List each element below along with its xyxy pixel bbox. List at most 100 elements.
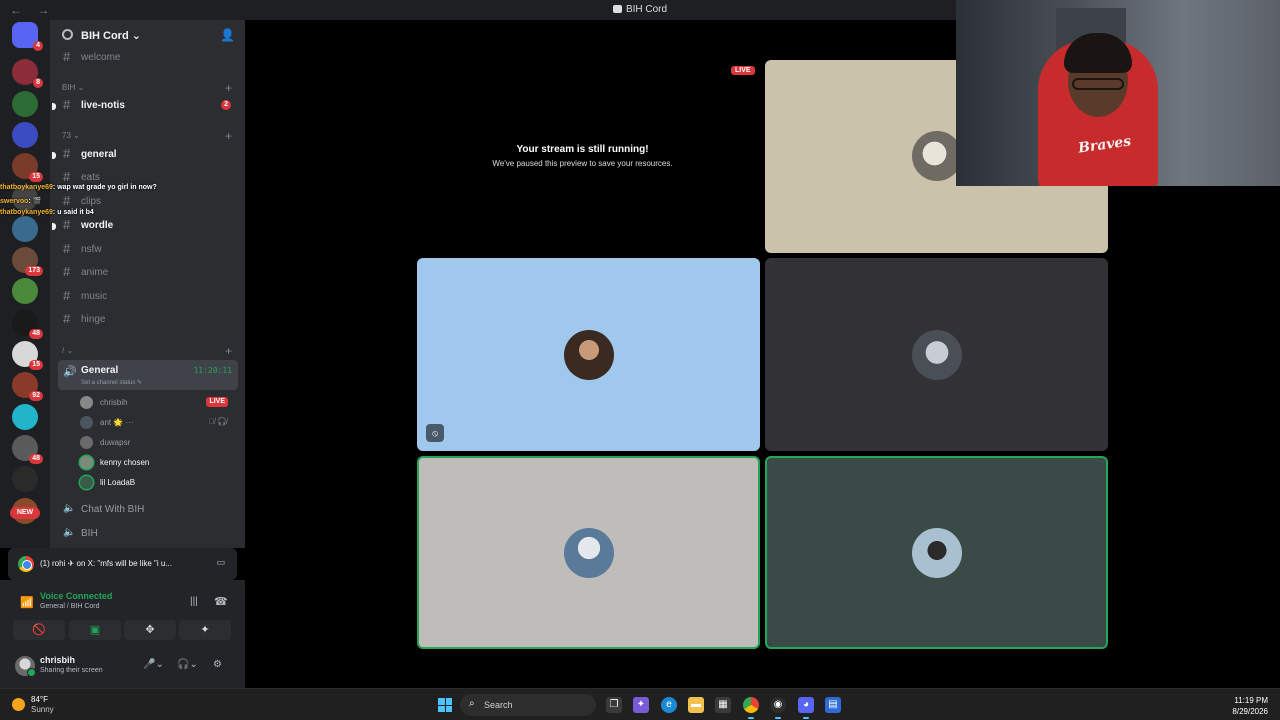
add-channel-icon[interactable]: + bbox=[225, 129, 232, 143]
user-name[interactable]: chrisbih bbox=[40, 655, 75, 665]
overlay-chat-name: swervoo bbox=[0, 198, 29, 205]
participant-tile[interactable] bbox=[417, 456, 760, 649]
camera-off-button[interactable]: 🚫 bbox=[13, 620, 65, 640]
voice-timer: 11:20:11 bbox=[193, 366, 232, 375]
voice-channel-chat-with-bih[interactable]: 🔈 Chat With BIH bbox=[58, 500, 238, 520]
voice-status[interactable]: Voice Connected bbox=[40, 591, 112, 601]
server-icon[interactable]: 92 bbox=[12, 372, 43, 402]
edge-icon[interactable]: e bbox=[661, 697, 677, 713]
participant-tile[interactable] bbox=[765, 456, 1108, 649]
category-label: / bbox=[62, 346, 65, 355]
voice-user-name: ant 🌟 ··· bbox=[100, 418, 134, 427]
participant-avatar bbox=[911, 527, 962, 578]
hash-icon: # bbox=[63, 288, 71, 303]
hash-icon: # bbox=[63, 217, 71, 232]
hash-icon: # bbox=[63, 49, 71, 64]
clock-time: 11:19 PM bbox=[1234, 696, 1268, 705]
participant-avatar bbox=[563, 527, 614, 578]
stop-watching-icon[interactable]: ⦸ bbox=[426, 424, 444, 442]
file-explorer-icon[interactable]: ▬ bbox=[688, 697, 704, 713]
channel-anime[interactable]: # anime bbox=[58, 263, 238, 283]
voice-user-chrisbih[interactable]: chrisbih LIVE bbox=[80, 394, 235, 412]
store-icon[interactable]: ▦ bbox=[715, 697, 731, 713]
server-icon[interactable]: 173 bbox=[12, 247, 43, 277]
noise-suppression-icon[interactable]: ||| bbox=[190, 596, 198, 607]
chrome-taskbar-icon[interactable] bbox=[743, 697, 759, 719]
add-channel-icon[interactable]: + bbox=[225, 344, 232, 358]
disconnect-icon[interactable]: ☎ bbox=[214, 595, 228, 608]
server-header[interactable]: BIH Cord ⌄ 👤 bbox=[50, 20, 245, 50]
microphone-icon[interactable]: 🎤⌄ bbox=[143, 659, 164, 670]
server-mention-badge: 48 bbox=[29, 453, 43, 464]
channel-welcome[interactable]: # welcome bbox=[58, 48, 238, 68]
task-view-icon[interactable]: ❐ bbox=[606, 697, 622, 713]
screen-share-icon[interactable]: ▭ bbox=[216, 557, 225, 568]
channel-label: welcome bbox=[81, 52, 121, 63]
server-icon[interactable] bbox=[12, 466, 38, 493]
obs-icon[interactable]: ◉ bbox=[770, 697, 786, 719]
discord-taskbar-icon[interactable]: ◕ bbox=[798, 697, 814, 719]
server-icon[interactable] bbox=[12, 121, 38, 148]
windows-start-icon[interactable] bbox=[438, 698, 452, 712]
channel-hinge[interactable]: # hinge bbox=[58, 310, 238, 330]
channel-wordle[interactable]: # wordle bbox=[52, 216, 238, 236]
category-bih[interactable]: BIH ⌄ + bbox=[62, 81, 232, 95]
server-icon[interactable] bbox=[12, 90, 38, 117]
participant-tile[interactable] bbox=[765, 258, 1108, 451]
voice-user-lil-loadab[interactable]: lil LoadaB bbox=[80, 474, 235, 492]
server-mention-badge: 8 bbox=[33, 78, 43, 89]
voice-user-duwapsr[interactable]: duwapsr bbox=[80, 434, 235, 452]
copilot-icon[interactable]: ✦ bbox=[633, 697, 649, 713]
activity-bar[interactable]: (1) rohi ✈︎ on X: "mfs will be like "i u… bbox=[8, 548, 237, 580]
voice-channel-bih[interactable]: 🔈 BIH bbox=[58, 524, 238, 544]
server-icon[interactable]: 15 bbox=[12, 153, 43, 183]
server-icon[interactable]: 8 bbox=[12, 59, 43, 89]
add-member-icon[interactable]: 👤 bbox=[220, 28, 235, 42]
soundboard-button[interactable]: ✦ bbox=[179, 620, 231, 640]
server-mention-badge: 173 bbox=[25, 266, 43, 277]
server-icon[interactable] bbox=[12, 403, 38, 430]
server-icon[interactable] bbox=[12, 278, 38, 305]
server-icon[interactable]: 48 bbox=[12, 309, 43, 339]
voice-channel-general[interactable]: 🔊 General 11:20:11 Set a channel status … bbox=[58, 360, 238, 390]
screen-share-button[interactable]: ▣ bbox=[69, 620, 121, 640]
activities-button[interactable]: ✥ bbox=[124, 620, 176, 640]
category-73[interactable]: 73 ⌄ + bbox=[62, 129, 232, 143]
server-icon[interactable]: 48 bbox=[12, 434, 43, 464]
stream-paused-message: Your stream is still running! We've paus… bbox=[490, 144, 675, 168]
weather-condition[interactable]: Sunny bbox=[31, 705, 54, 714]
voice-location[interactable]: General / BIH Cord bbox=[40, 603, 100, 610]
server-icon[interactable]: 15 bbox=[12, 341, 43, 370]
avatar bbox=[80, 436, 93, 449]
weather-temp[interactable]: 84°F bbox=[31, 695, 48, 704]
category-slash[interactable]: / ⌄ + bbox=[62, 344, 232, 358]
user-avatar[interactable] bbox=[15, 656, 36, 677]
stream-paused-subtitle: We've paused this preview to save your r… bbox=[492, 159, 673, 168]
notepad-icon[interactable]: ▤ bbox=[825, 697, 841, 713]
channel-nsfw[interactable]: # nsfw bbox=[58, 240, 238, 260]
channel-live-notis[interactable]: # live-notis 2 bbox=[52, 96, 238, 116]
taskbar-search[interactable]: ⌕ Search bbox=[460, 694, 596, 716]
add-channel-icon[interactable]: + bbox=[225, 81, 232, 95]
user-status: Sharing their screen bbox=[40, 667, 103, 674]
headphones-icon[interactable]: 🎧⌄ bbox=[177, 659, 198, 670]
channel-label: anime bbox=[81, 267, 109, 278]
participant-tile[interactable]: ⦸ bbox=[417, 258, 760, 451]
voice-user-ant[interactable]: ant 🌟 ··· 🎙̸ 🎧̸ bbox=[80, 414, 235, 432]
taskbar-clock[interactable]: 11:19 PM 8/29/2026 bbox=[1232, 695, 1268, 717]
server-icon[interactable] bbox=[12, 215, 38, 242]
settings-gear-icon[interactable]: ⚙ bbox=[213, 659, 222, 670]
hash-icon: # bbox=[63, 264, 71, 279]
voice-user-kenny-chosen[interactable]: kenny chosen bbox=[80, 454, 235, 472]
server-icon[interactable]: 4 bbox=[12, 22, 43, 51]
channel-status-prompt[interactable]: Set a channel status ✎ bbox=[81, 379, 142, 386]
voice-connected-panel: 📶 Voice Connected General / BIH Cord |||… bbox=[0, 580, 245, 646]
server-logo-icon bbox=[612, 5, 622, 13]
channel-general[interactable]: # general bbox=[52, 145, 238, 165]
category-label: 73 bbox=[62, 131, 71, 140]
server-name[interactable]: BIH Cord ⌄ bbox=[81, 29, 141, 42]
weather-sun-icon[interactable] bbox=[12, 698, 25, 711]
participant-avatar bbox=[911, 329, 962, 380]
channel-music[interactable]: # music bbox=[58, 287, 238, 307]
channel-label: music bbox=[81, 291, 108, 302]
